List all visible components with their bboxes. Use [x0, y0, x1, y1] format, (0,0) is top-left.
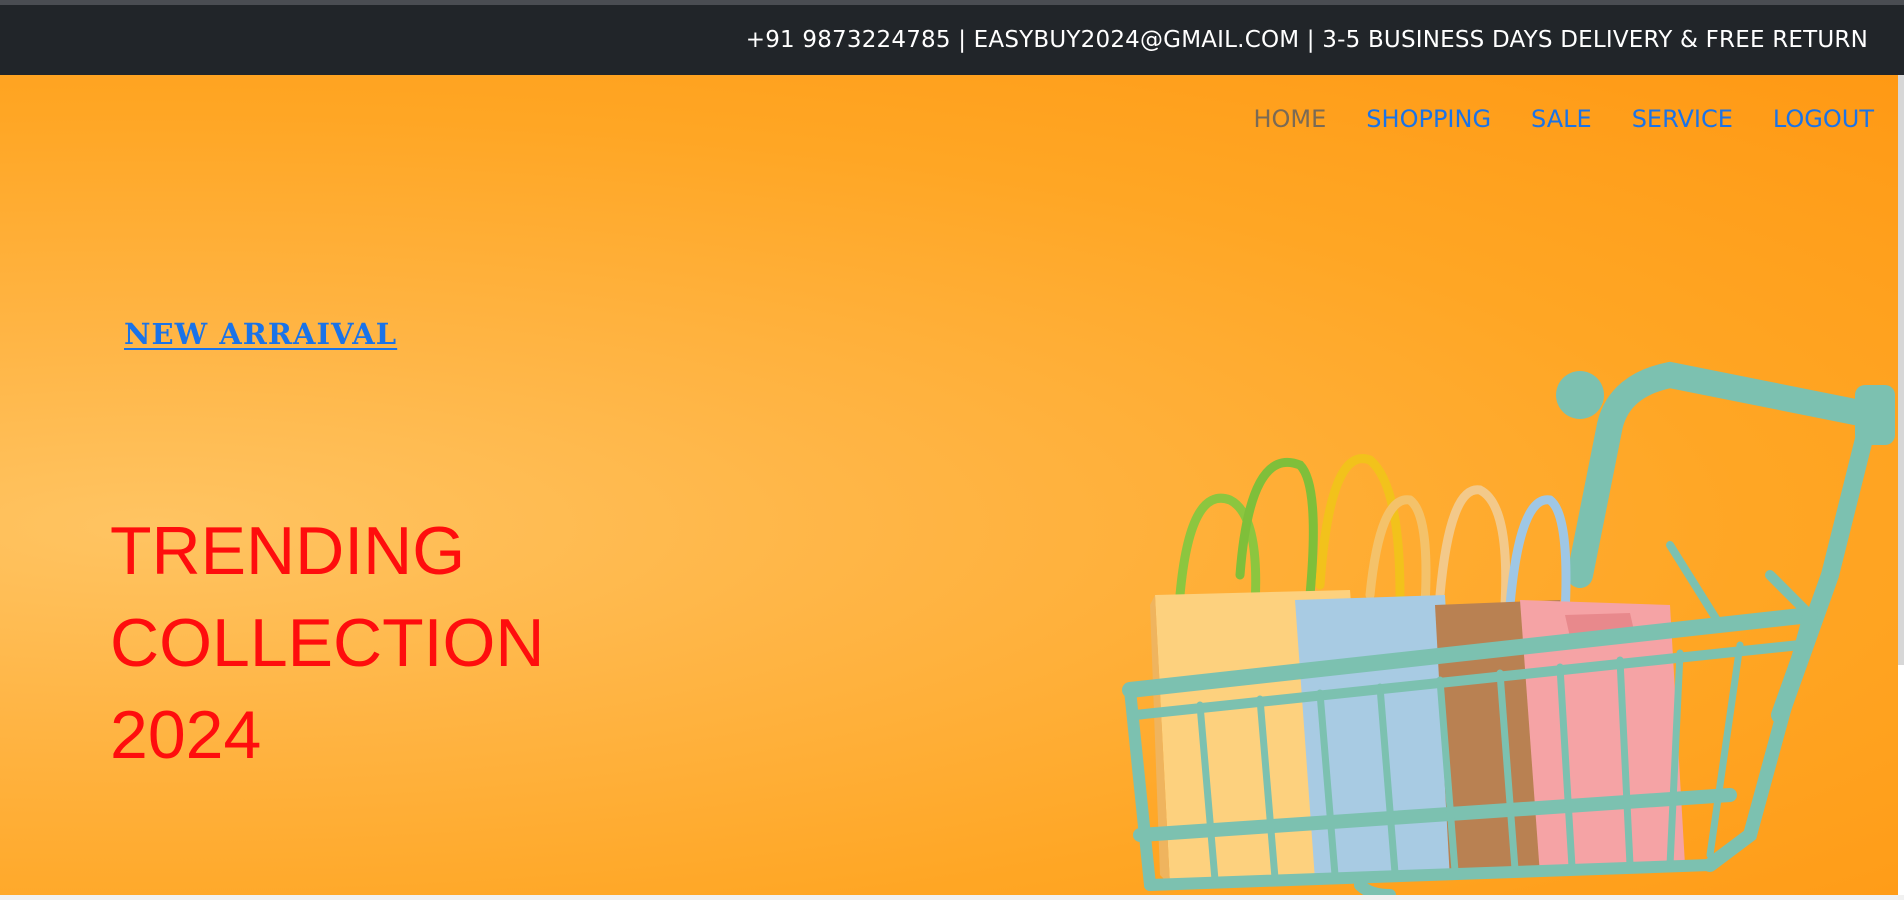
hero-title: TRENDING COLLECTION 2024	[110, 505, 890, 781]
contact-info-text: +91 9873224785 | EASYBUY2024@GMAIL.COM |…	[745, 27, 1868, 53]
nav-link-home[interactable]: HOME	[1253, 105, 1326, 133]
scrollbar[interactable]	[1898, 75, 1904, 665]
nav-link-shopping[interactable]: SHOPPING	[1366, 105, 1491, 133]
page-bottom-border	[0, 895, 1904, 900]
nav-link-sale[interactable]: SALE	[1531, 105, 1592, 133]
bag-handles	[1175, 454, 1571, 620]
hero-title-line1: TRENDING COLLECTION	[110, 513, 545, 681]
hero-title-line2: 2024	[110, 697, 262, 773]
nav-link-logout[interactable]: LOGOUT	[1773, 105, 1874, 133]
hero-banner: HOME SHOPPING SALE SERVICE LOGOUT NEW AR…	[0, 75, 1898, 895]
new-arrival-link[interactable]: NEW ARRAIVAL	[124, 317, 397, 351]
nav-link-service[interactable]: SERVICE	[1632, 105, 1733, 133]
main-nav: HOME SHOPPING SALE SERVICE LOGOUT	[1253, 105, 1874, 133]
top-info-bar: +91 9873224785 | EASYBUY2024@GMAIL.COM |…	[0, 5, 1904, 75]
shopping-cart-with-bags-image	[1122, 361, 1895, 895]
